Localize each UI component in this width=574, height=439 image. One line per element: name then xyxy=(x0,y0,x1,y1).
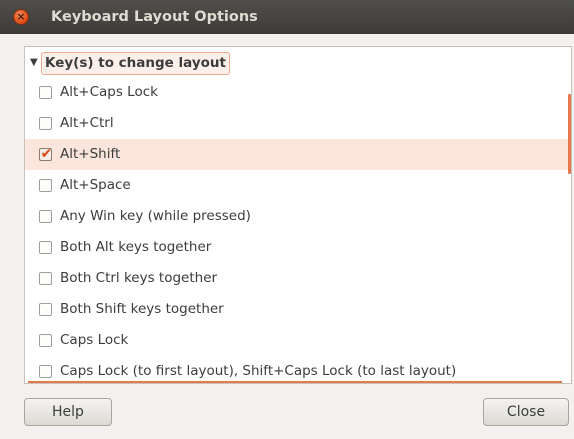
option-label: Caps Lock xyxy=(60,332,129,348)
option-label: Alt+Ctrl xyxy=(60,115,114,131)
option-row-selected[interactable]: ✔ Alt+Shift xyxy=(25,139,571,170)
keyboard-layout-options-dialog: × Keyboard Layout Options ▼ Key(s) to ch… xyxy=(0,0,574,439)
checkbox[interactable] xyxy=(39,179,52,192)
checkmark-icon: ✔ xyxy=(40,146,53,162)
option-label: Alt+Caps Lock xyxy=(60,84,158,100)
checkbox[interactable] xyxy=(39,117,52,130)
option-row[interactable]: Any Win key (while pressed) xyxy=(25,201,571,232)
option-label: Alt+Shift xyxy=(60,146,121,162)
checkbox[interactable] xyxy=(39,334,52,347)
option-label: Alt+Space xyxy=(60,177,131,193)
option-row[interactable]: Caps Lock (to first layout), Shift+Caps … xyxy=(25,356,571,383)
checkbox[interactable] xyxy=(39,303,52,316)
expander-triangle-icon[interactable]: ▼ xyxy=(30,57,38,68)
focus-indicator xyxy=(28,381,562,383)
checkbox[interactable] xyxy=(39,241,52,254)
option-row[interactable]: Both Shift keys together xyxy=(25,294,571,325)
option-row[interactable]: Both Alt keys together xyxy=(25,232,571,263)
option-label: Any Win key (while pressed) xyxy=(60,208,251,224)
close-button[interactable]: Close xyxy=(483,398,569,426)
checkbox[interactable] xyxy=(39,86,52,99)
option-label: Both Ctrl keys together xyxy=(60,270,218,286)
option-row[interactable]: Caps Lock xyxy=(25,325,571,356)
checkbox-checked[interactable]: ✔ xyxy=(39,146,53,162)
option-row[interactable]: Alt+Space xyxy=(25,170,571,201)
help-button[interactable]: Help xyxy=(24,398,112,426)
option-label: Caps Lock (to first layout), Shift+Caps … xyxy=(60,363,457,379)
checkbox[interactable] xyxy=(39,210,52,223)
checkbox[interactable] xyxy=(39,365,52,378)
option-row[interactable]: Alt+Ctrl xyxy=(25,108,571,139)
options-tree[interactable]: ▼ Key(s) to change layout Alt+Caps Lock … xyxy=(24,46,572,384)
option-row[interactable]: Alt+Caps Lock xyxy=(25,77,571,108)
option-row[interactable]: Both Ctrl keys together xyxy=(25,263,571,294)
window-title: Keyboard Layout Options xyxy=(51,9,258,25)
checkbox[interactable] xyxy=(39,272,52,285)
option-label: Both Shift keys together xyxy=(60,301,224,317)
group-header[interactable]: ▼ Key(s) to change layout xyxy=(25,51,545,77)
scrollbar-thumb[interactable] xyxy=(568,94,571,174)
group-label: Key(s) to change layout xyxy=(41,52,230,75)
option-label: Both Alt keys together xyxy=(60,239,212,255)
close-window-icon[interactable]: × xyxy=(13,9,29,25)
title-bar: × Keyboard Layout Options xyxy=(0,0,574,34)
